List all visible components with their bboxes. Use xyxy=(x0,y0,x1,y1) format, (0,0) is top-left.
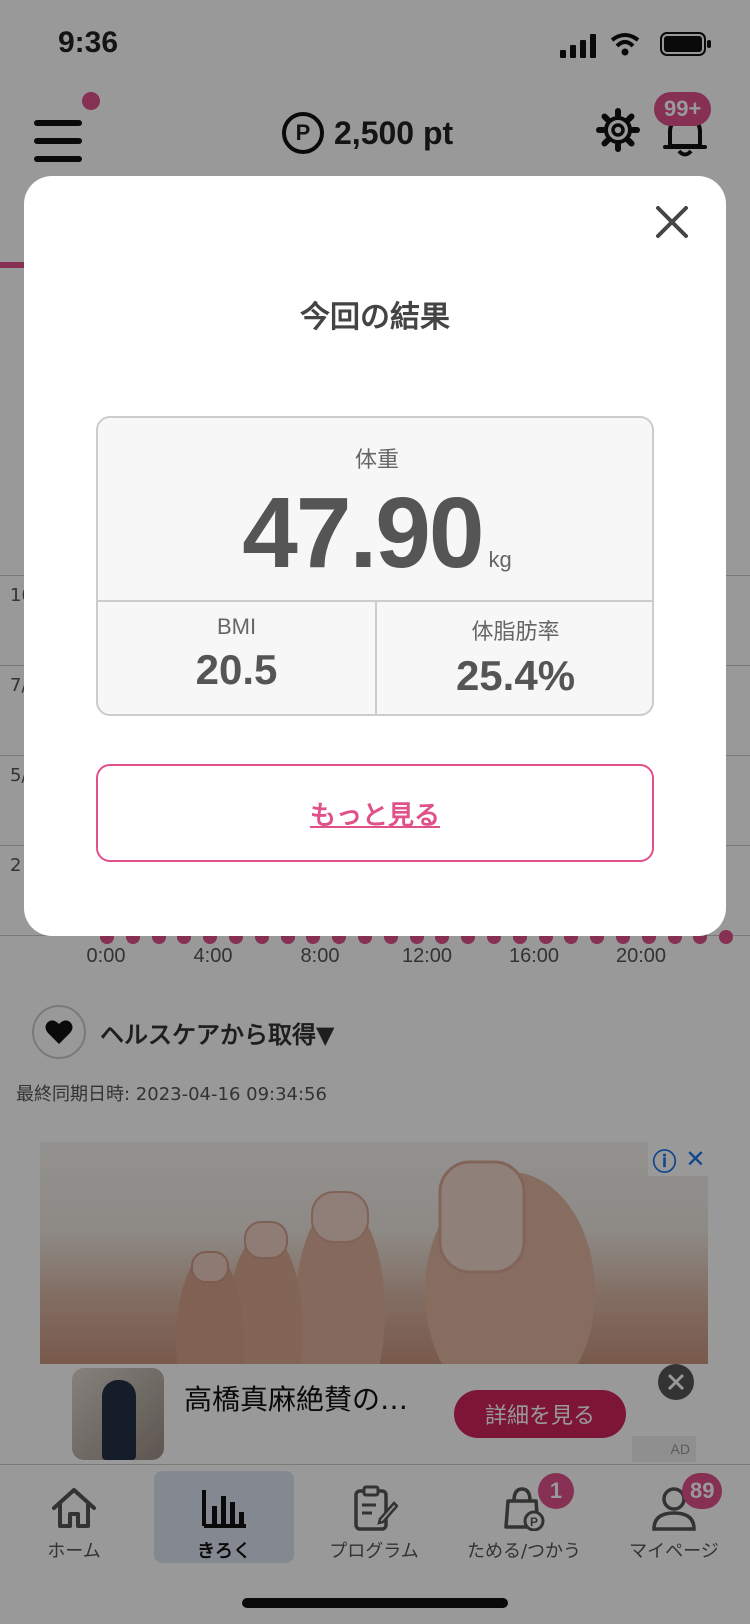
bmi-value: 20.5 xyxy=(195,646,278,693)
bmi-label: BMI xyxy=(216,614,257,639)
close-icon[interactable] xyxy=(650,200,694,244)
see-more-button[interactable]: もっと見る xyxy=(96,764,654,862)
weight-label: 体重 xyxy=(354,448,399,473)
body-fat-value: 25.4% xyxy=(455,652,576,699)
result-modal: 今回の結果 体重 47.90 kg BMI 20.5 体脂肪率 25.4% もっ… xyxy=(24,176,726,936)
body-fat-metric: 体脂肪率 25.4% xyxy=(377,614,652,700)
bmi-metric: BMI 20.5 xyxy=(98,614,375,694)
result-card: 体重 47.90 kg BMI 20.5 体脂肪率 25.4% xyxy=(96,416,654,716)
modal-title: 今回の結果 xyxy=(300,300,450,335)
weight-row: 47.90 kg xyxy=(98,476,652,591)
weight-unit: kg xyxy=(488,547,512,572)
body-fat-label: 体脂肪率 xyxy=(471,619,560,644)
weight-value: 47.90 xyxy=(242,477,484,589)
